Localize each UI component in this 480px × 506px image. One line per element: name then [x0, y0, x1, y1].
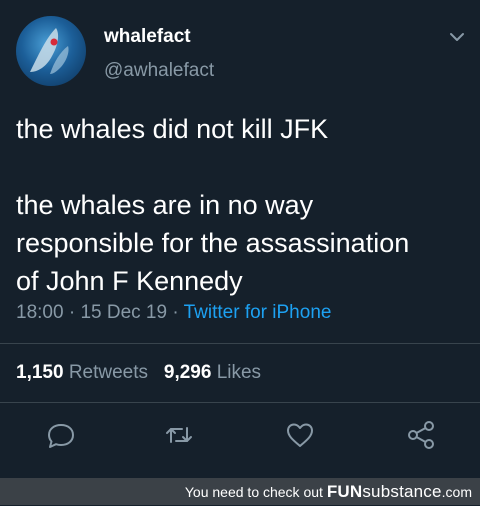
- author-handle[interactable]: @awhalefact: [104, 60, 214, 82]
- tweet-stats: 1,150 Retweets 9,296 Likes: [16, 362, 261, 384]
- tweet-meta: 18:00 · 15 Dec 19 · Twitter for iPhone: [16, 302, 331, 324]
- likes-stat[interactable]: 9,296 Likes: [164, 362, 261, 383]
- tweet-line: responsible for the assassination: [16, 228, 410, 258]
- tweet-line: of John F Kennedy: [16, 266, 243, 296]
- watermark-brand: FUNsubstance: [327, 482, 442, 501]
- likes-count: 9,296: [163, 362, 212, 383]
- chevron-down-icon[interactable]: [446, 26, 468, 48]
- brand-rest: substance: [362, 482, 442, 501]
- tweet-line: the whales are in no way: [16, 190, 314, 220]
- tweet-actions: [0, 418, 480, 452]
- retweets-label: Retweets: [68, 362, 149, 383]
- tweet-source-link[interactable]: Twitter for iPhone: [184, 302, 332, 323]
- avatar[interactable]: [16, 16, 86, 86]
- likes-label: Likes: [216, 362, 262, 383]
- watermark-banner: You need to check out FUNsubstance.com: [0, 478, 480, 505]
- tweet-text: the whales did not kill JFK the whales a…: [16, 110, 466, 300]
- retweets-count: 1,150: [16, 362, 64, 383]
- author-name[interactable]: whalefact: [104, 26, 191, 48]
- tweet-line: the whales did not kill JFK: [16, 114, 329, 144]
- retweets-stat[interactable]: 1,150 Retweets: [16, 362, 148, 383]
- brand-bold: FUN: [326, 482, 363, 501]
- divider: [0, 402, 480, 403]
- brand-suffix: .com: [441, 484, 472, 500]
- watermark-text: You need to check out: [184, 484, 323, 500]
- reply-icon[interactable]: [44, 418, 78, 452]
- retweet-icon[interactable]: [162, 418, 196, 452]
- divider: [0, 343, 480, 344]
- tweet-date: 15 Dec 19: [80, 302, 168, 323]
- meta-separator: ·: [68, 302, 76, 323]
- like-icon[interactable]: [283, 418, 317, 452]
- share-icon[interactable]: [404, 418, 438, 452]
- whale-avatar-image: [30, 28, 69, 74]
- meta-separator: ·: [172, 302, 179, 323]
- tweet-time: 18:00: [16, 302, 64, 323]
